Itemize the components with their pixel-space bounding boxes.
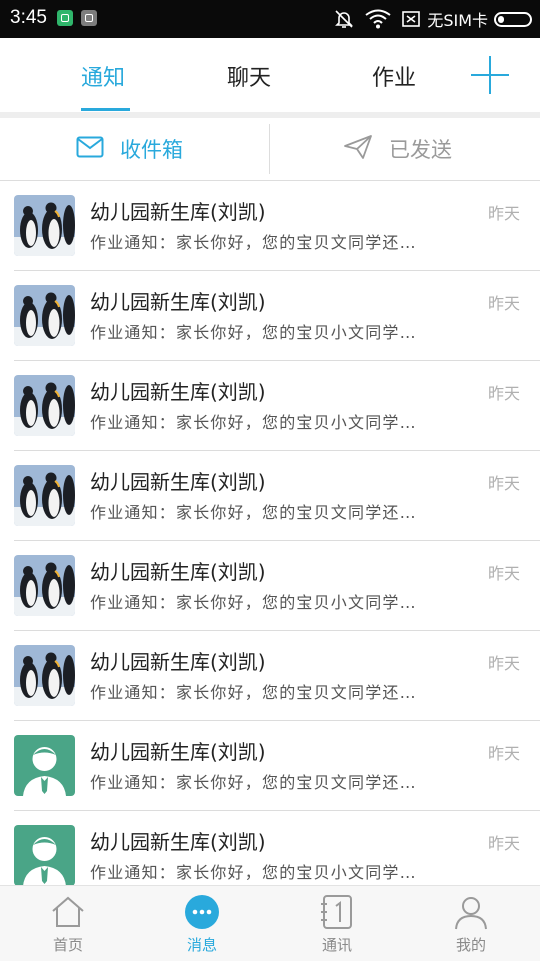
list-item[interactable]: 幼儿园新生库(刘凯) 作业通知：家长你好，您的宝贝文同学还… 昨天 <box>14 451 540 541</box>
security-app-icon <box>57 10 73 26</box>
mute-bell-icon <box>333 8 355 30</box>
nav-messages[interactable]: 消息 <box>162 886 242 961</box>
inbox-label: 收件箱 <box>120 138 183 162</box>
tab-chat[interactable]: 聊天 <box>227 60 271 92</box>
tab-homework[interactable]: 作业 <box>372 60 416 92</box>
paper-plane-icon <box>343 134 389 165</box>
message-title: 幼儿园新生库(刘凯) <box>90 290 266 314</box>
sent-tab[interactable]: 已发送 <box>343 118 452 180</box>
mailbox-tabs: 收件箱 已发送 <box>0 118 540 181</box>
top-tab-bar: 通知 聊天 作业 <box>0 38 540 112</box>
message-preview: 作业通知：家长你好，您的宝贝文同学还… <box>90 773 417 792</box>
inbox-tab[interactable]: 收件箱 <box>76 118 183 180</box>
penguin-avatar-icon <box>14 375 75 436</box>
message-time: 昨天 <box>487 474 520 493</box>
status-bar: 3:45 无SIM卡 <box>0 0 540 38</box>
message-preview: 作业通知：家长你好，您的宝贝小文同学… <box>90 413 417 432</box>
active-tab-indicator <box>81 108 130 111</box>
list-item[interactable]: 幼儿园新生库(刘凯) 作业通知：家长你好，您的宝贝文同学还… 昨天 <box>14 631 540 721</box>
nav-contacts-label: 通讯 <box>321 936 352 954</box>
message-preview: 作业通知：家长你好，您的宝贝小文同学… <box>90 593 417 612</box>
sent-label: 已发送 <box>389 138 452 162</box>
person-avatar-icon <box>14 825 75 886</box>
message-preview: 作业通知：家长你好，您的宝贝文同学还… <box>90 683 417 702</box>
message-preview: 作业通知：家长你好，您的宝贝文同学还… <box>90 233 417 252</box>
message-preview: 作业通知：家长你好，您的宝贝文同学还… <box>90 503 417 522</box>
message-title: 幼儿园新生库(刘凯) <box>90 830 266 854</box>
status-time: 3:45 <box>10 7 47 28</box>
user-icon <box>453 894 489 930</box>
person-avatar-icon <box>14 735 75 796</box>
message-time: 昨天 <box>487 294 520 313</box>
message-title: 幼儿园新生库(刘凯) <box>90 740 266 764</box>
home-icon <box>50 894 86 930</box>
tab-notice[interactable]: 通知 <box>81 60 125 92</box>
nav-home[interactable]: 首页 <box>28 886 108 961</box>
message-time: 昨天 <box>487 384 520 403</box>
message-title: 幼儿园新生库(刘凯) <box>90 650 266 674</box>
penguin-avatar-icon <box>14 285 75 346</box>
message-title: 幼儿园新生库(刘凯) <box>90 470 266 494</box>
list-item[interactable]: 幼儿园新生库(刘凯) 作业通知：家长你好，您的宝贝文同学还… 昨天 <box>14 721 540 811</box>
message-time: 昨天 <box>487 654 520 673</box>
nav-me[interactable]: 我的 <box>431 886 511 961</box>
chat-bubble-icon <box>184 894 220 930</box>
message-preview: 作业通知：家长你好，您的宝贝小文同学… <box>90 863 417 882</box>
no-sim-icon <box>401 9 421 29</box>
wifi-icon <box>365 9 391 29</box>
message-preview: 作业通知：家长你好，您的宝贝小文同学… <box>90 323 417 342</box>
message-time: 昨天 <box>487 204 520 223</box>
message-time: 昨天 <box>487 564 520 583</box>
list-item[interactable]: 幼儿园新生库(刘凯) 作业通知：家长你好，您的宝贝小文同学… 昨天 <box>14 271 540 361</box>
message-title: 幼儿园新生库(刘凯) <box>90 560 266 584</box>
carrier-text: 无SIM卡 <box>427 11 488 30</box>
penguin-avatar-icon <box>14 465 75 526</box>
penguin-avatar-icon <box>14 555 75 616</box>
message-list: 幼儿园新生库(刘凯) 作业通知：家长你好，您的宝贝文同学还… 昨天 幼儿园新生库… <box>0 181 540 901</box>
nav-me-label: 我的 <box>455 936 486 954</box>
list-item[interactable]: 幼儿园新生库(刘凯) 作业通知：家长你好，您的宝贝文同学还… 昨天 <box>14 181 540 271</box>
bottom-nav: 首页 消息 通讯 我的 <box>0 885 540 961</box>
message-time: 昨天 <box>487 744 520 763</box>
list-item[interactable]: 幼儿园新生库(刘凯) 作业通知：家长你好，您的宝贝小文同学… 昨天 <box>14 361 540 451</box>
message-time: 昨天 <box>487 834 520 853</box>
message-title: 幼儿园新生库(刘凯) <box>90 380 266 404</box>
add-plus-icon[interactable] <box>471 56 511 96</box>
list-item[interactable]: 幼儿园新生库(刘凯) 作业通知：家长你好，您的宝贝小文同学… 昨天 <box>14 541 540 631</box>
nav-messages-label: 消息 <box>186 936 217 954</box>
penguin-avatar-icon <box>14 645 75 706</box>
penguin-avatar-icon <box>14 195 75 256</box>
gallery-app-icon <box>81 10 97 26</box>
nav-home-label: 首页 <box>52 936 83 954</box>
message-title: 幼儿园新生库(刘凯) <box>90 200 266 224</box>
mail-envelope-icon <box>76 136 120 163</box>
subtab-divider <box>269 124 270 174</box>
contacts-book-icon <box>319 894 355 930</box>
battery-icon <box>494 11 532 27</box>
nav-contacts[interactable]: 通讯 <box>297 886 377 961</box>
